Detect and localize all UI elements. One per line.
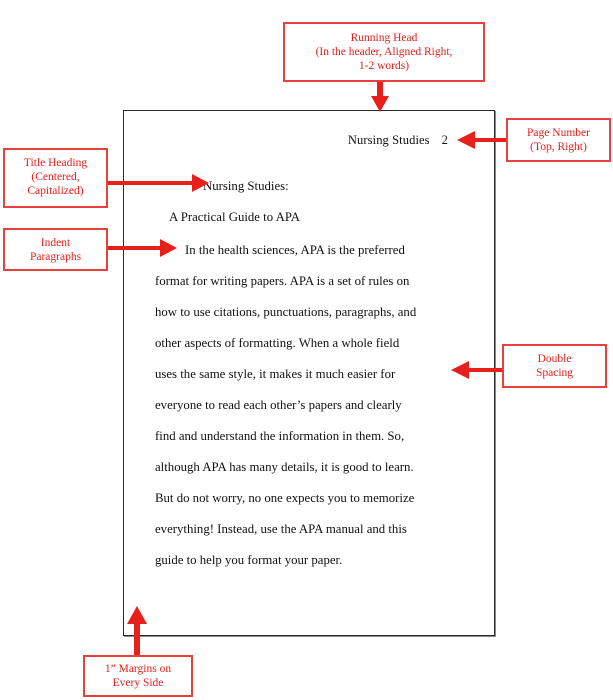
body-line: how to use citations, punctuations, para… [155,305,417,319]
callout-line: Paragraphs [29,251,82,263]
callout-line: Spacing [535,367,574,379]
callout-line: Page Number [527,127,590,139]
body-line: guide to help you format your paper. [155,553,343,567]
callout-line: (In the header, Aligned Right, [315,46,453,58]
callout-indent-paragraphs: Indent Paragraphs [3,228,108,271]
title-line-1: Nursing Studies: [203,179,289,193]
callout-line: Double [537,353,572,365]
body-paragraph: In the health sciences, APA is the prefe… [155,235,465,576]
title-line-2: A Practical Guide to APA [169,210,301,224]
callout-margins: 1” Margins on Every Side [83,655,193,697]
document-body: Nursing Studies: A Practical Guide to AP… [155,171,465,576]
figure-canvas: Nursing Studies 2 Nursing Studies: A Prac… [0,0,613,700]
callout-line: Every Side [112,677,164,689]
callout-line: (Top, Right) [530,141,587,153]
body-line: But do not worry, no one expects you to … [155,491,415,505]
callout-line: Capitalized) [27,185,84,197]
callout-line: 1-2 words) [358,60,410,72]
callout-page-number: Page Number (Top, Right) [506,118,611,162]
body-line: In the health sciences, APA is the prefe… [185,243,405,257]
body-line: everything! Instead, use the APA manual … [155,522,407,536]
body-line: although APA has many details, it is goo… [155,460,414,474]
callout-line: Indent [40,237,71,249]
body-line: find and understand the information in t… [155,429,405,443]
callout-running-head: Running Head (In the header, Aligned Rig… [283,22,485,82]
page-number-text: 2 [441,133,448,147]
callout-double-spacing: Double Spacing [502,344,607,388]
body-line: everyone to read each other’s papers and… [155,398,402,412]
body-line: uses the same style, it makes it much ea… [155,367,396,381]
sample-paper-page: Nursing Studies 2 Nursing Studies: A Prac… [123,110,495,636]
body-line: other aspects of formatting. When a whol… [155,336,400,350]
callout-line: 1” Margins on [104,663,172,675]
callout-line: Running Head [350,32,418,44]
arrow-running-head [371,82,389,112]
callout-line: (Centered, [31,171,80,183]
callout-title-heading: Title Heading (Centered, Capitalized) [3,148,108,208]
callout-line: Title Heading [23,157,88,169]
page-header: Nursing Studies 2 [124,133,448,148]
body-line: format for writing papers. APA is a set … [155,274,410,288]
running-head-text: Nursing Studies [347,133,430,147]
